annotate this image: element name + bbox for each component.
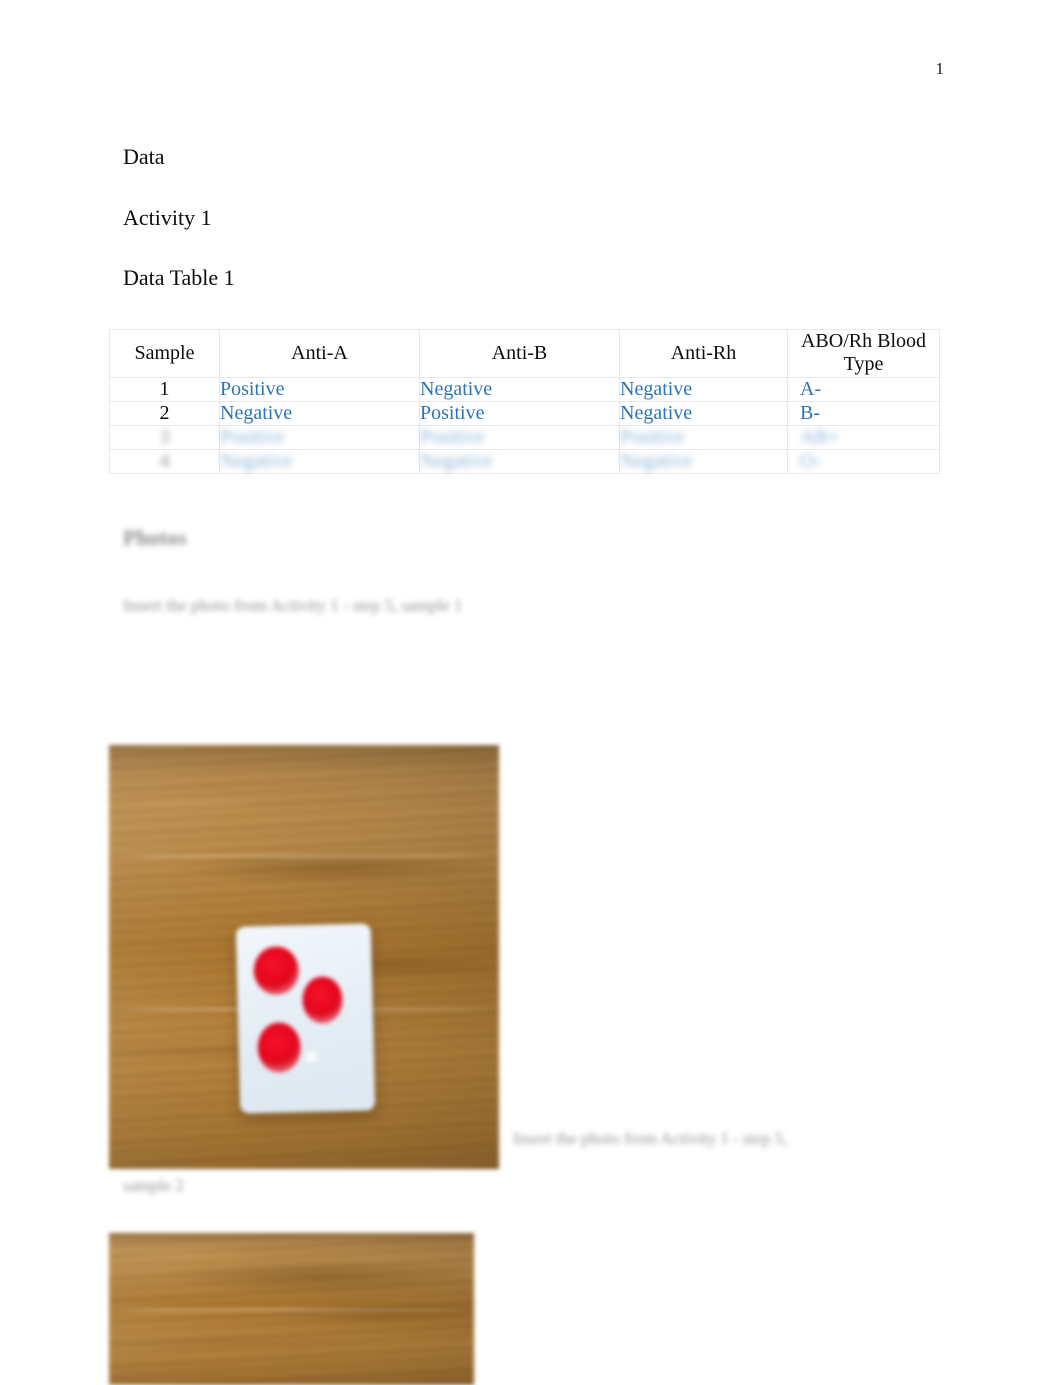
cell-sample: 2 bbox=[109, 401, 220, 427]
column-header-anti-a: Anti-A bbox=[219, 328, 420, 379]
page-title: Data bbox=[123, 144, 165, 169]
column-header-anti-rh: Anti-Rh bbox=[619, 328, 788, 379]
table-row-obscured: 3 Positive Positive Positive AB+ bbox=[109, 425, 940, 451]
cell-anti-b: Negative bbox=[419, 449, 620, 475]
cell-anti-rh: Negative bbox=[619, 449, 788, 475]
photo-blood-typing-card bbox=[109, 745, 499, 1169]
wood-plank-seam bbox=[109, 855, 499, 858]
blood-drop-anti-rh bbox=[256, 1022, 301, 1074]
cell-sample: 1 bbox=[109, 377, 220, 403]
cell-anti-b: Positive bbox=[419, 425, 620, 451]
cell-anti-a: Negative bbox=[219, 449, 420, 475]
table-row: 1 Positive Negative Negative A- bbox=[109, 377, 940, 403]
column-header-anti-b: Anti-B bbox=[419, 328, 620, 379]
table-row-obscured: 4 Negative Negative Negative O- bbox=[109, 449, 940, 475]
table-row: 2 Negative Positive Negative B- bbox=[109, 401, 940, 427]
document-body: Data Activity 1 Data Table 1 Sample Anti… bbox=[109, 144, 940, 1385]
wood-plank-seam bbox=[109, 1309, 474, 1311]
cell-anti-rh: Negative bbox=[619, 377, 788, 403]
cell-anti-rh: Positive bbox=[619, 425, 788, 451]
cell-anti-a: Negative bbox=[219, 401, 420, 427]
photos-heading: Photos bbox=[123, 525, 187, 551]
blood-drop-anti-b bbox=[301, 976, 343, 1025]
table-header-row: Sample Anti-A Anti-B Anti-Rh ABO/Rh Bloo… bbox=[109, 328, 940, 379]
cell-anti-b: Negative bbox=[419, 377, 620, 403]
blood-drop-anti-a bbox=[253, 945, 299, 996]
cell-blood-type: A- bbox=[787, 377, 940, 403]
cell-sample: 3 bbox=[109, 425, 220, 451]
photo-caption-2-continued: sample 2 bbox=[123, 1176, 184, 1195]
photo-caption-2: Insert the photo from Activity 1 - step … bbox=[513, 1129, 788, 1148]
cell-sample: 4 bbox=[109, 449, 220, 475]
data-table-container: Sample Anti-A Anti-B Anti-Rh ABO/Rh Bloo… bbox=[109, 328, 940, 475]
photo-caption-1: Insert the photo from Activity 1 - step … bbox=[123, 595, 463, 615]
cell-anti-rh: Negative bbox=[619, 401, 788, 427]
column-header-blood-type: ABO/Rh Blood Type bbox=[787, 328, 940, 379]
cell-blood-type: AB+ bbox=[787, 425, 940, 451]
data-table-1: Sample Anti-A Anti-B Anti-Rh ABO/Rh Bloo… bbox=[109, 328, 940, 475]
activity-heading: Activity 1 bbox=[123, 204, 212, 230]
cell-blood-type: O- bbox=[787, 449, 940, 475]
data-table-heading: Data Table 1 bbox=[123, 265, 235, 291]
photo-wooden-table bbox=[109, 1233, 474, 1385]
page-number: 1 bbox=[935, 59, 945, 78]
cell-blood-type: B- bbox=[787, 401, 940, 427]
blood-typing-card bbox=[235, 923, 375, 1114]
card-highlight bbox=[305, 1051, 317, 1064]
cell-anti-a: Positive bbox=[219, 425, 420, 451]
cell-anti-a: Positive bbox=[219, 377, 420, 403]
cell-anti-b: Positive bbox=[419, 401, 620, 427]
column-header-sample: Sample bbox=[109, 328, 220, 379]
